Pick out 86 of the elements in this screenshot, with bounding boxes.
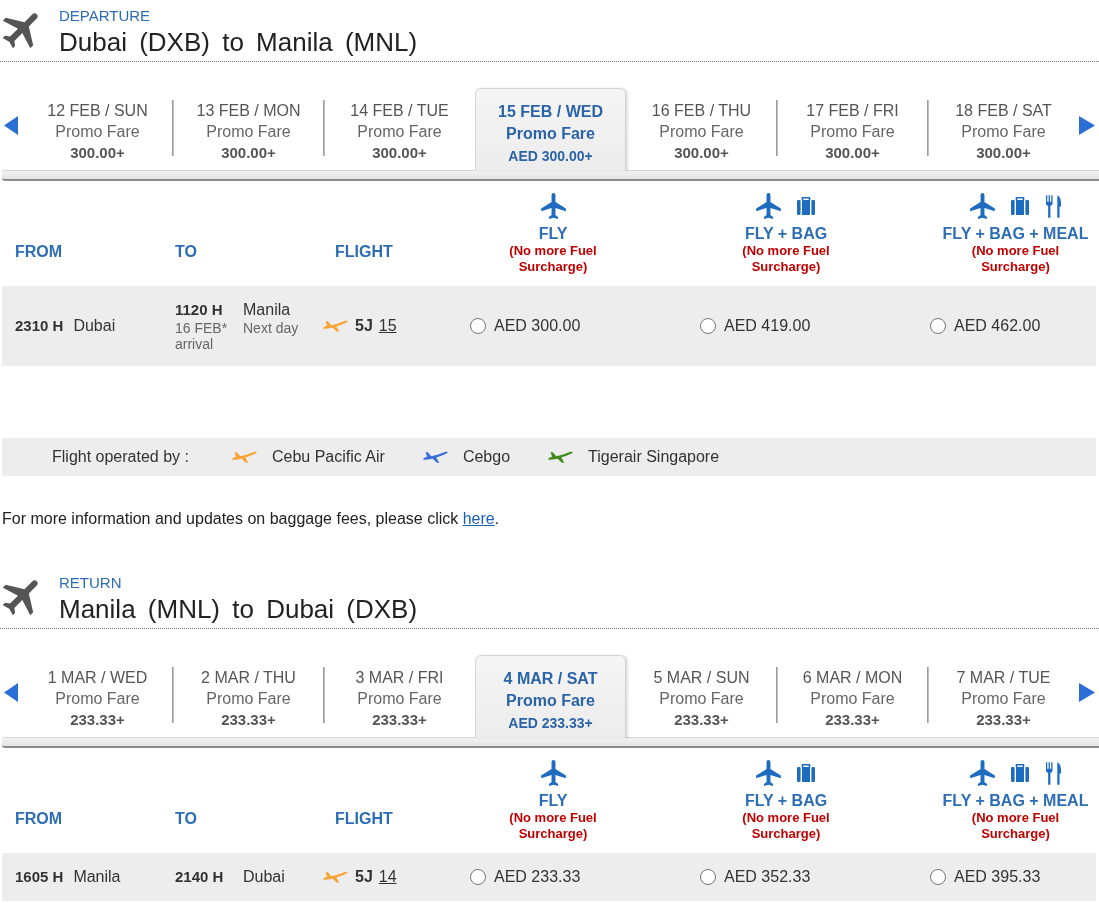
route-title: Dubai (DXB) to Manila (MNL) bbox=[59, 27, 418, 57]
fuel-surcharge-note: (No more Fuel Surcharge) bbox=[970, 243, 1061, 275]
column-header: FLIGHT bbox=[335, 243, 393, 260]
fare-radio[interactable] bbox=[470, 318, 486, 334]
fuel-surcharge-note: (No more Fuel Surcharge) bbox=[508, 243, 598, 275]
column-header: TO bbox=[175, 810, 197, 827]
date-tab[interactable]: 13 FEB / MON Promo Fare 300.00+ bbox=[173, 88, 324, 170]
suitcase-icon bbox=[796, 764, 816, 782]
date-tab[interactable]: 16 FEB / THU Promo Fare 300.00+ bbox=[626, 88, 777, 170]
operator-name: Cebu Pacific Air bbox=[271, 448, 385, 466]
arrival-time: 2140 H bbox=[175, 867, 225, 887]
fuel-surcharge-note: (No more Fuel Surcharge) bbox=[508, 810, 598, 842]
next-day-note: Next day bbox=[243, 320, 299, 336]
section-label: RETURN bbox=[59, 574, 122, 592]
airplane-icon bbox=[756, 193, 781, 219]
fare-column-header: FLY + BAG + MEAL bbox=[942, 792, 1089, 810]
airplane-icon bbox=[969, 760, 995, 786]
carrier-code: 5J bbox=[355, 317, 373, 335]
column-header: FROM bbox=[15, 810, 63, 827]
fare-radio[interactable] bbox=[930, 869, 946, 885]
date-tab[interactable]: 6 MAR / MON Promo Fare 233.33+ bbox=[777, 655, 928, 737]
arrival-time: 1120 H bbox=[175, 300, 224, 320]
date-tab[interactable]: 15 FEB / WED Promo Fare AED 300.00+ bbox=[475, 88, 626, 171]
suitcase-icon bbox=[1009, 764, 1030, 782]
carrier-code: 5J bbox=[355, 868, 373, 886]
airplane-icon bbox=[969, 193, 995, 219]
airplane-icon bbox=[756, 760, 781, 786]
date-tab[interactable]: 4 MAR / SAT Promo Fare AED 233.33+ bbox=[475, 655, 626, 738]
arrival-city: Dubai bbox=[243, 867, 285, 887]
fare-radio[interactable] bbox=[470, 869, 486, 885]
fare-column-header: FLY + BAG + MEAL bbox=[942, 225, 1089, 243]
arrival-date-note: 16 FEB* arrival bbox=[175, 320, 229, 352]
date-tab[interactable]: 3 MAR / FRI Promo Fare 233.33+ bbox=[324, 655, 475, 737]
fare-column-header: FLY + BAG bbox=[744, 225, 828, 243]
here-link[interactable]: here bbox=[462, 510, 495, 527]
fuel-surcharge-note: (No more Fuel Surcharge) bbox=[741, 243, 831, 275]
fare-column-header: FLY bbox=[538, 792, 568, 810]
route-title: Manila (MNL) to Dubai (DXB) bbox=[59, 594, 418, 624]
operator-name: Cebgo bbox=[462, 448, 511, 466]
column-header: FROM bbox=[15, 243, 63, 260]
fare-column-header: FLY bbox=[538, 225, 568, 243]
departure-time: 2310 H bbox=[15, 316, 64, 336]
fare-radio[interactable] bbox=[930, 318, 946, 334]
date-tab[interactable]: 12 FEB / SUN Promo Fare 300.00+ bbox=[22, 88, 173, 170]
airplane-icon bbox=[3, 579, 39, 617]
fare-price: AED 352.33 bbox=[724, 868, 811, 886]
arrival-city: Manila bbox=[243, 300, 292, 320]
fuel-surcharge-note: (No more Fuel Surcharge) bbox=[970, 810, 1061, 842]
date-tab[interactable]: 1 MAR / WED Promo Fare 233.33+ bbox=[22, 655, 173, 737]
fare-price: AED 462.00 bbox=[954, 317, 1041, 335]
fare-price: AED 300.00 bbox=[494, 317, 581, 335]
suitcase-icon bbox=[1009, 197, 1030, 215]
column-header: FLIGHT bbox=[335, 810, 393, 827]
right-arrow-icon[interactable] bbox=[1079, 116, 1095, 135]
fork-knife-icon bbox=[1044, 193, 1062, 219]
airplane-icon bbox=[3, 12, 39, 50]
fare-column-header: FLY + BAG bbox=[744, 792, 828, 810]
date-tab[interactable]: 5 MAR / SUN Promo Fare 233.33+ bbox=[626, 655, 777, 737]
left-arrow-icon[interactable] bbox=[4, 116, 18, 135]
date-tab[interactable]: 17 FEB / FRI Promo Fare 300.00+ bbox=[777, 88, 928, 170]
date-tab[interactable]: 7 MAR / TUE Promo Fare 233.33+ bbox=[928, 655, 1079, 737]
flight-number-link[interactable]: 15 bbox=[378, 317, 397, 335]
column-header: TO bbox=[175, 243, 197, 260]
baggage-info-text: For more information and updates on baggage fees, please click here. bbox=[2, 509, 500, 529]
operator-name: Tigerair Singapore bbox=[588, 448, 720, 466]
fuel-surcharge-note: (No more Fuel Surcharge) bbox=[741, 810, 831, 842]
right-arrow-icon[interactable] bbox=[1079, 683, 1095, 702]
section-label: DEPARTURE bbox=[59, 7, 151, 25]
date-tab[interactable]: 14 FEB / TUE Promo Fare 300.00+ bbox=[324, 88, 475, 170]
departure-city: Dubai bbox=[73, 316, 116, 336]
flight-number-link[interactable]: 14 bbox=[378, 868, 397, 886]
suitcase-icon bbox=[796, 197, 816, 215]
fare-price: AED 233.33 bbox=[494, 868, 581, 886]
airplane-icon bbox=[540, 193, 566, 219]
fare-price: AED 419.00 bbox=[724, 317, 811, 335]
left-arrow-icon[interactable] bbox=[4, 683, 18, 702]
date-tab[interactable]: 2 MAR / THU Promo Fare 233.33+ bbox=[173, 655, 324, 737]
airplane-icon bbox=[540, 760, 566, 786]
fare-price: AED 395.33 bbox=[954, 868, 1041, 886]
departure-time: 1605 H bbox=[15, 867, 64, 887]
fork-knife-icon bbox=[1044, 760, 1062, 786]
departure-city: Manila bbox=[73, 867, 121, 887]
fare-radio[interactable] bbox=[700, 318, 716, 334]
operated-by-label: Flight operated by : bbox=[52, 448, 189, 466]
fare-radio[interactable] bbox=[700, 869, 716, 885]
date-tab[interactable]: 18 FEB / SAT Promo Fare 300.00+ bbox=[928, 88, 1079, 170]
